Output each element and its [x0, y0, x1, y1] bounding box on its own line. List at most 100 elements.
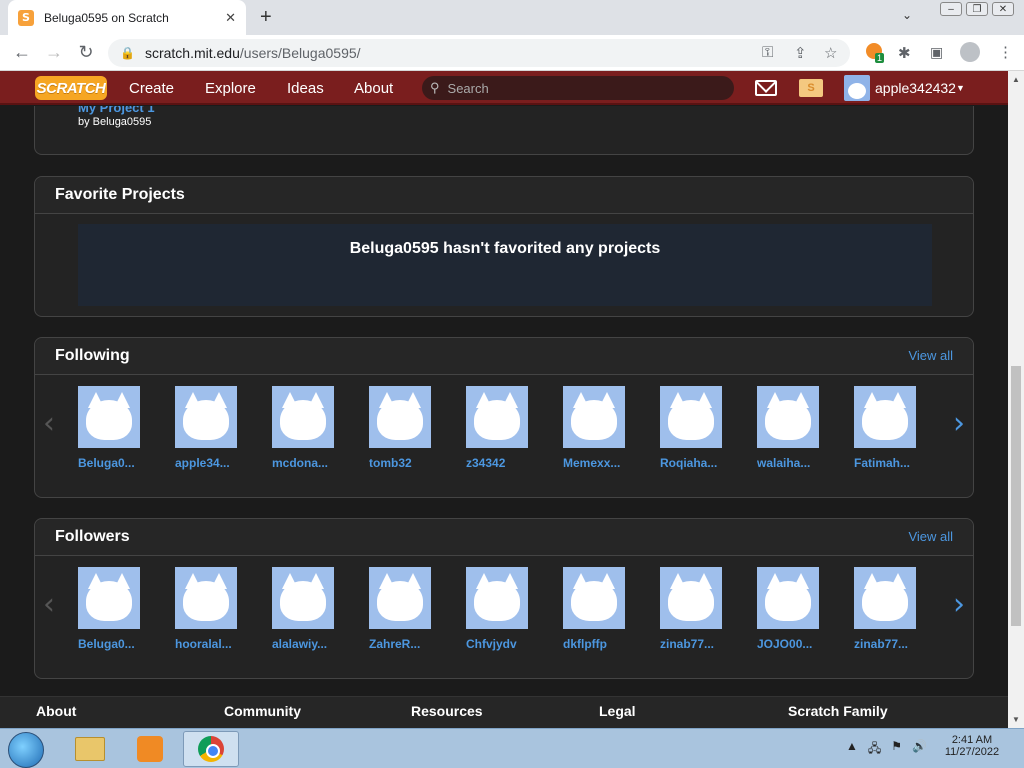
- carousel-right-arrow-icon[interactable]: ›: [953, 587, 965, 622]
- user-thumbnail[interactable]: [854, 386, 916, 448]
- following-username[interactable]: Memexx...: [563, 456, 649, 470]
- following-username[interactable]: z34342: [466, 456, 552, 470]
- nav-explore-link[interactable]: Explore: [205, 80, 256, 97]
- carousel-left-arrow-icon[interactable]: ‹: [43, 587, 55, 622]
- user-thumbnail[interactable]: [757, 386, 819, 448]
- follower-user[interactable]: zinab77...: [660, 567, 746, 651]
- network-icon[interactable]: 🖧: [868, 739, 881, 760]
- close-tab-icon[interactable]: ✕: [225, 10, 236, 26]
- user-thumbnail[interactable]: [660, 567, 722, 629]
- start-button[interactable]: [8, 732, 44, 768]
- following-username[interactable]: tomb32: [369, 456, 455, 470]
- address-bar[interactable]: 🔒 scratch.mit.edu/users/Beluga0595/ ⚿ ⇪ …: [108, 39, 850, 67]
- following-username[interactable]: Beluga0...: [78, 456, 164, 470]
- tab-search-chevron-icon[interactable]: ⌄: [902, 8, 912, 22]
- following-user[interactable]: Beluga0...: [78, 386, 164, 470]
- following-user[interactable]: Roqiaha...: [660, 386, 746, 470]
- user-thumbnail[interactable]: [78, 567, 140, 629]
- scroll-down-icon[interactable]: ▼: [1012, 715, 1020, 724]
- back-icon[interactable]: ←: [6, 42, 38, 63]
- extensions-puzzle-icon[interactable]: ✱: [898, 44, 911, 62]
- footer-community-link[interactable]: Community: [224, 703, 301, 719]
- profile-icon[interactable]: [960, 42, 980, 62]
- follower-user[interactable]: alalawiy...: [272, 567, 358, 651]
- lock-icon[interactable]: 🔒: [120, 46, 135, 60]
- follower-username[interactable]: alalawiy...: [272, 637, 358, 651]
- follower-user[interactable]: hooralal...: [175, 567, 261, 651]
- following-username[interactable]: Fatimah...: [854, 456, 940, 470]
- footer-scratch-family-link[interactable]: Scratch Family: [788, 703, 888, 719]
- page-scrollbar[interactable]: ▲ ▼: [1008, 71, 1024, 728]
- bookmark-star-icon[interactable]: ☆: [824, 44, 837, 62]
- account-dropdown-icon[interactable]: ▼: [956, 83, 965, 93]
- follower-user[interactable]: zinab77...: [854, 567, 940, 651]
- browser-tab[interactable]: S Beluga0595 on Scratch ✕: [8, 0, 246, 35]
- following-user[interactable]: tomb32: [369, 386, 455, 470]
- maximize-icon[interactable]: ❐: [966, 2, 988, 16]
- tray-expand-icon[interactable]: ▲: [846, 739, 858, 760]
- footer-about-link[interactable]: About: [36, 703, 76, 719]
- scrollbar-thumb[interactable]: [1011, 366, 1021, 626]
- following-view-all-link[interactable]: View all: [908, 348, 953, 363]
- following-username[interactable]: walaiha...: [757, 456, 843, 470]
- following-user[interactable]: Fatimah...: [854, 386, 940, 470]
- user-thumbnail[interactable]: [272, 567, 334, 629]
- project-title-link[interactable]: My Project 1: [78, 106, 155, 115]
- my-stuff-icon[interactable]: S: [799, 79, 823, 97]
- follower-username[interactable]: Chfvjydv: [466, 637, 552, 651]
- extension-icon[interactable]: 1: [866, 43, 885, 64]
- user-thumbnail[interactable]: [660, 386, 722, 448]
- user-thumbnail[interactable]: [466, 567, 528, 629]
- following-username[interactable]: mcdona...: [272, 456, 358, 470]
- user-thumbnail[interactable]: [369, 386, 431, 448]
- menu-kebab-icon[interactable]: ⋮: [998, 43, 1013, 61]
- new-tab-icon[interactable]: +: [260, 6, 272, 29]
- volume-icon[interactable]: 🔊: [912, 739, 927, 760]
- nav-ideas-link[interactable]: Ideas: [287, 80, 324, 97]
- close-window-icon[interactable]: ✕: [992, 2, 1014, 16]
- following-user[interactable]: mcdona...: [272, 386, 358, 470]
- nav-about-link[interactable]: About: [354, 80, 393, 97]
- search-box[interactable]: ⚲: [422, 76, 734, 100]
- following-user[interactable]: walaiha...: [757, 386, 843, 470]
- user-thumbnail[interactable]: [272, 386, 334, 448]
- username-label[interactable]: apple342432: [875, 80, 956, 96]
- user-thumbnail[interactable]: [175, 567, 237, 629]
- follower-user[interactable]: Chfvjydv: [466, 567, 552, 651]
- taskbar-media-player-icon[interactable]: [122, 731, 178, 767]
- followers-view-all-link[interactable]: View all: [908, 529, 953, 544]
- taskbar-chrome-icon[interactable]: [183, 731, 239, 767]
- forward-icon[interactable]: →: [38, 42, 70, 63]
- follower-user[interactable]: ZahreR...: [369, 567, 455, 651]
- user-thumbnail[interactable]: [175, 386, 237, 448]
- key-icon[interactable]: ⚿: [762, 44, 773, 61]
- carousel-right-arrow-icon[interactable]: ›: [953, 406, 965, 441]
- following-user[interactable]: z34342: [466, 386, 552, 470]
- user-thumbnail[interactable]: [757, 567, 819, 629]
- user-avatar[interactable]: [844, 75, 870, 101]
- reload-icon[interactable]: ↻: [70, 42, 102, 63]
- taskbar-clock[interactable]: 2:41 AM 11/27/2022: [940, 734, 1004, 758]
- following-user[interactable]: apple34...: [175, 386, 261, 470]
- follower-username[interactable]: dkflpffp: [563, 637, 649, 651]
- action-center-icon[interactable]: ⚑: [891, 739, 902, 760]
- follower-username[interactable]: Beluga0...: [78, 637, 164, 651]
- follower-user[interactable]: Beluga0...: [78, 567, 164, 651]
- footer-legal-link[interactable]: Legal: [599, 703, 636, 719]
- follower-username[interactable]: JOJO00...: [757, 637, 843, 651]
- follower-username[interactable]: zinab77...: [854, 637, 940, 651]
- follower-username[interactable]: zinab77...: [660, 637, 746, 651]
- taskbar-explorer-icon[interactable]: [62, 731, 118, 767]
- carousel-left-arrow-icon[interactable]: ‹: [43, 406, 55, 441]
- user-thumbnail[interactable]: [563, 567, 625, 629]
- messages-icon[interactable]: [755, 80, 777, 96]
- minimize-icon[interactable]: –: [940, 2, 962, 16]
- side-panel-icon[interactable]: ▣: [930, 44, 943, 61]
- search-input[interactable]: [447, 80, 708, 96]
- follower-user[interactable]: JOJO00...: [757, 567, 843, 651]
- user-thumbnail[interactable]: [466, 386, 528, 448]
- user-thumbnail[interactable]: [563, 386, 625, 448]
- following-user[interactable]: Memexx...: [563, 386, 649, 470]
- user-thumbnail[interactable]: [369, 567, 431, 629]
- share-icon[interactable]: ⇪: [794, 44, 807, 62]
